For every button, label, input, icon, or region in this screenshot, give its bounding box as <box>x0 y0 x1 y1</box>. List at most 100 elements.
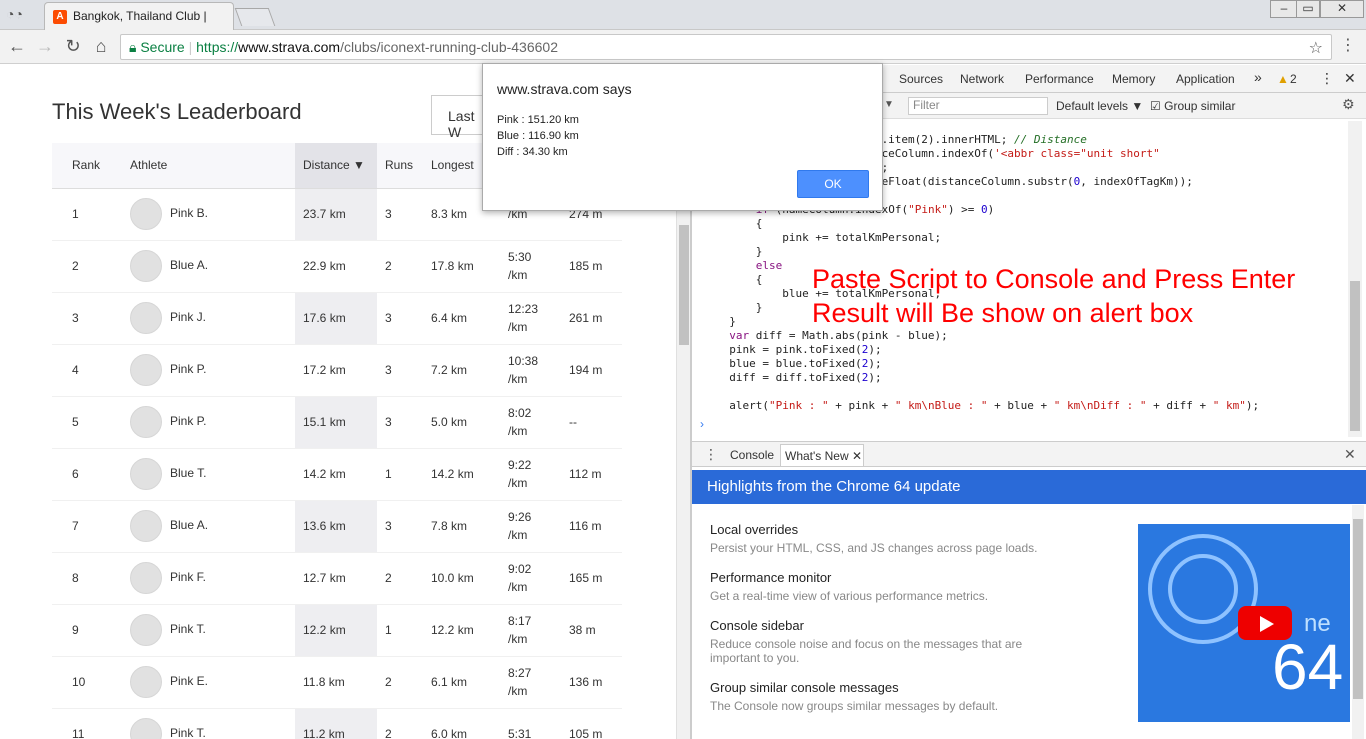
console-prompt-icon[interactable]: › <box>700 417 704 431</box>
col-distance[interactable]: Distance ▼ <box>295 143 377 189</box>
athlete-name[interactable]: Pink F. <box>170 570 206 584</box>
athlete-cell[interactable]: Pink F. <box>122 552 295 605</box>
athlete-cell[interactable]: Pink P. <box>122 344 295 397</box>
context-dropdown-icon[interactable]: ▼ <box>884 99 894 110</box>
table-row: 9 Pink T. 12.2 km 1 12.2 km 8:17/km 38 m <box>52 604 622 657</box>
feature-item[interactable]: Local overrides Persist your HTML, CSS, a… <box>710 522 1130 555</box>
athlete-cell[interactable]: Blue T. <box>122 448 295 501</box>
avatar[interactable] <box>130 614 162 646</box>
athlete-name[interactable]: Blue T. <box>170 466 206 480</box>
browser-menu-icon[interactable]: ⋮ <box>1340 35 1356 55</box>
pace-value: 5:31 <box>508 727 532 739</box>
distance-cell: 11.8 km <box>295 656 377 709</box>
close-window-button[interactable]: ✕ <box>1320 0 1364 18</box>
athlete-cell[interactable]: Blue A. <box>122 500 295 553</box>
url-field[interactable]: 🔒︎ Secure | https://www.strava.com/clubs… <box>120 34 1332 60</box>
avatar[interactable] <box>130 510 162 542</box>
close-icon[interactable]: ✕ <box>852 449 862 463</box>
whats-new-label: What's New <box>785 449 849 463</box>
devtools-menu-icon[interactable]: ⋮ <box>1320 70 1334 87</box>
distance-cell: 17.6 km <box>295 292 377 345</box>
athlete-cell[interactable]: Pink J. <box>122 292 295 345</box>
avatar[interactable] <box>130 302 162 334</box>
athlete-name[interactable]: Pink J. <box>170 310 206 324</box>
levels-dropdown[interactable]: Default levels ▼ <box>1056 99 1143 113</box>
warning-count[interactable]: 2 <box>1290 72 1297 86</box>
avatar[interactable] <box>130 458 162 490</box>
feature-desc: The Console now groups similar messages … <box>710 699 999 713</box>
athlete-name[interactable]: Blue A. <box>170 518 208 532</box>
feature-item[interactable]: Performance monitor Get a real-time view … <box>710 570 1130 603</box>
runs-cell: 3 <box>377 188 423 241</box>
reload-icon[interactable]: ↻ <box>62 36 84 57</box>
athlete-cell[interactable]: Pink T. <box>122 708 295 739</box>
col-runs[interactable]: Runs <box>377 143 423 189</box>
athlete-cell[interactable]: Pink P. <box>122 396 295 449</box>
console-scrollbar[interactable] <box>1348 121 1362 437</box>
drawer-menu-icon[interactable]: ⋮ <box>704 446 718 463</box>
more-tabs-icon[interactable]: » <box>1254 69 1262 85</box>
avatar[interactable] <box>130 250 162 282</box>
drawer-tab-console[interactable]: Console <box>730 448 774 462</box>
page-scrollbar-thumb[interactable] <box>679 225 689 345</box>
maximize-button[interactable]: ▭ <box>1296 0 1320 18</box>
feature-list: Local overrides Persist your HTML, CSS, a… <box>710 522 1130 728</box>
athlete-name[interactable]: Pink E. <box>170 674 208 688</box>
athlete-name[interactable]: Pink T. <box>170 622 206 636</box>
gear-icon[interactable]: ⚙ <box>1342 96 1355 113</box>
feature-item[interactable]: Console sidebar Reduce console noise and … <box>710 618 1130 665</box>
pace-unit: /km <box>508 632 528 646</box>
minimize-button[interactable]: – <box>1270 0 1298 18</box>
avatar[interactable] <box>130 406 162 438</box>
athlete-cell[interactable]: Blue A. <box>122 240 295 293</box>
avatar[interactable] <box>130 666 162 698</box>
tab-memory[interactable]: Memory <box>1112 72 1155 86</box>
avatar[interactable] <box>130 562 162 594</box>
new-tab-button[interactable] <box>234 8 276 26</box>
elevation-cell: 136 m <box>561 656 622 709</box>
video-number: 64 <box>1272 631 1344 703</box>
strava-favicon-icon: A <box>53 10 67 24</box>
alert-title: www.strava.com says <box>497 81 632 97</box>
longest-cell: 10.0 km <box>423 552 500 605</box>
browser-tab[interactable]: A Bangkok, Thailand Club | <box>44 2 234 30</box>
tab-performance[interactable]: Performance <box>1025 72 1094 86</box>
col-rank[interactable]: Rank <box>52 143 122 189</box>
home-icon[interactable]: ⌂ <box>90 36 112 57</box>
checkbox-icon[interactable]: ☑ <box>1150 99 1161 113</box>
athlete-name[interactable]: Pink T. <box>170 726 206 739</box>
tab-application[interactable]: Application <box>1176 72 1235 86</box>
drawer-tab-whats-new[interactable]: What's New ✕ <box>780 444 864 466</box>
ok-button[interactable]: OK <box>797 170 869 198</box>
avatar[interactable] <box>130 354 162 386</box>
tab-network[interactable]: Network <box>960 72 1004 86</box>
bookmark-star-icon[interactable]: ☆ <box>1309 38 1323 58</box>
avatar[interactable] <box>130 198 162 230</box>
console-filter-input[interactable]: Filter <box>908 97 1048 115</box>
play-icon[interactable] <box>1238 606 1292 640</box>
forward-arrow-icon[interactable]: → <box>34 36 56 57</box>
pace-cell: 8:02/km <box>500 396 561 449</box>
drawer-scrollbar-thumb[interactable] <box>1353 519 1363 699</box>
devtools-close-icon[interactable]: ✕ <box>1344 70 1356 87</box>
chrome64-video-thumbnail[interactable]: ne 64 <box>1138 524 1350 722</box>
tab-sources[interactable]: Sources <box>899 72 943 86</box>
athlete-cell[interactable]: Pink T. <box>122 604 295 657</box>
athlete-name[interactable]: Pink B. <box>170 206 208 220</box>
drawer-close-icon[interactable]: ✕ <box>1344 446 1356 463</box>
athlete-cell[interactable]: Pink B. <box>122 188 295 241</box>
table-row: 2 Blue A. 22.9 km 2 17.8 km 5:30/km 185 m <box>52 240 622 293</box>
athlete-name[interactable]: Blue A. <box>170 258 208 272</box>
athlete-cell[interactable]: Pink E. <box>122 656 295 709</box>
avatar[interactable] <box>130 718 162 739</box>
col-athlete[interactable]: Athlete <box>122 143 295 189</box>
longest-cell: 7.8 km <box>423 500 500 553</box>
drawer-scrollbar[interactable] <box>1352 505 1364 739</box>
runs-cell: 2 <box>377 552 423 605</box>
athlete-name[interactable]: Pink P. <box>170 414 206 428</box>
athlete-name[interactable]: Pink P. <box>170 362 206 376</box>
console-scrollbar-thumb[interactable] <box>1350 281 1360 431</box>
group-similar-checkbox[interactable]: ☑ Group similar <box>1150 99 1235 113</box>
feature-item[interactable]: Group similar console messages The Consol… <box>710 680 1130 713</box>
back-arrow-icon[interactable]: ← <box>6 36 28 57</box>
